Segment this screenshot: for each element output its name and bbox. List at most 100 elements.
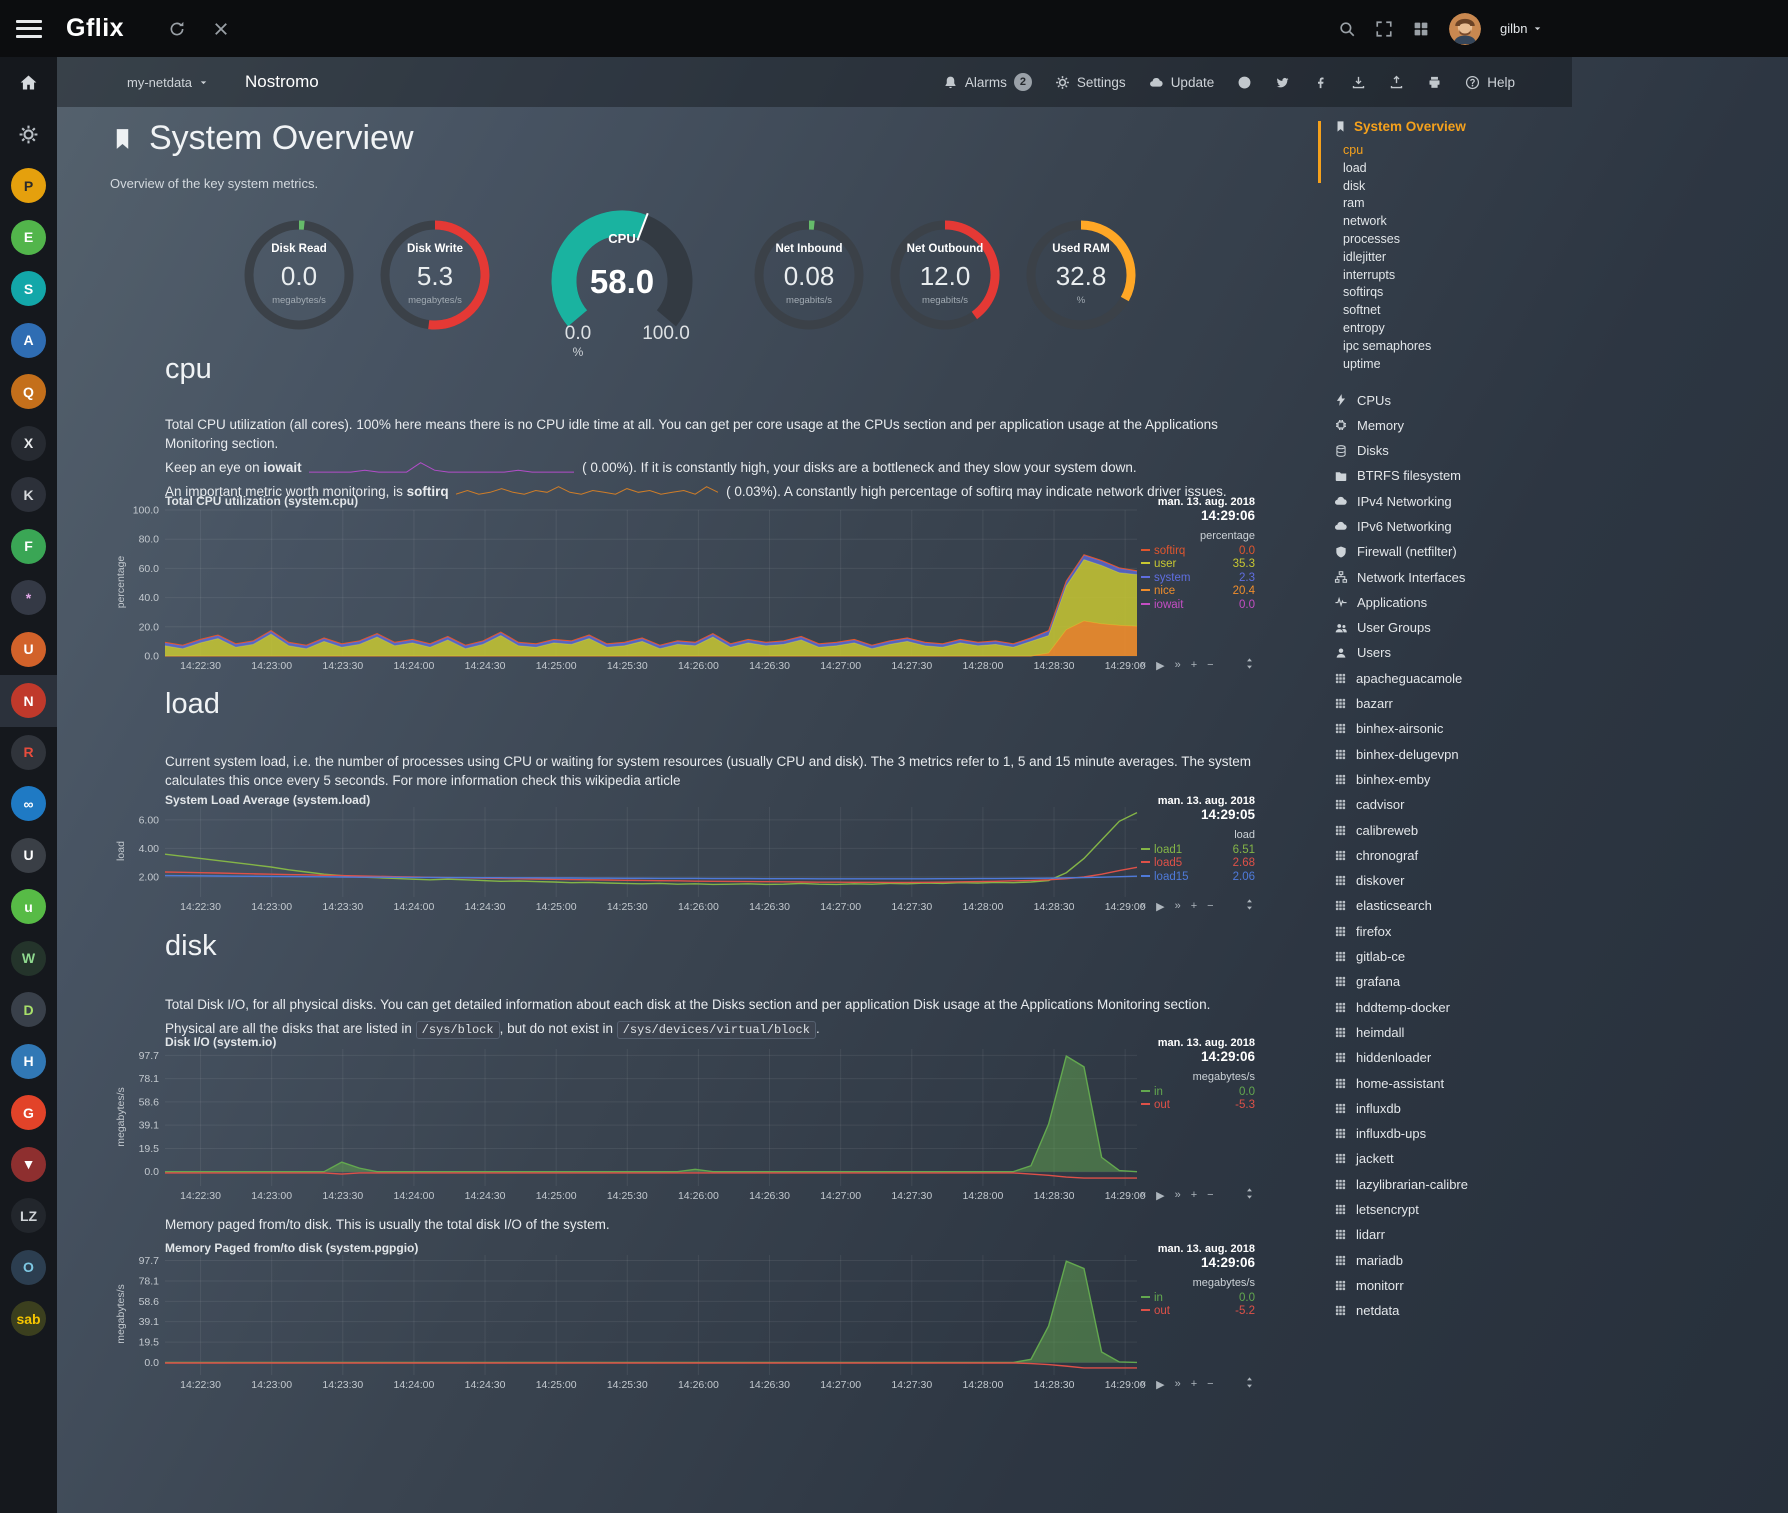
menu-app-item[interactable]: letsencrypt: [1318, 1197, 1570, 1222]
sidebar-app-icon[interactable]: X: [0, 418, 57, 470]
pan-backward-button[interactable]: «: [1140, 1189, 1146, 1202]
menu-subitem[interactable]: interrupts: [1343, 267, 1570, 285]
menu-app-item[interactable]: influxdb: [1318, 1096, 1570, 1121]
play-button[interactable]: ▶: [1156, 659, 1164, 672]
legend-item[interactable]: iowait0.0: [1141, 599, 1255, 612]
sidebar-app-icon[interactable]: LZ: [0, 1190, 57, 1242]
sidebar-app-icon[interactable]: ∞: [0, 778, 57, 830]
import-button[interactable]: [1389, 75, 1404, 90]
gauge-chart[interactable]: Net Outbound 12.0 megabits/s: [889, 219, 1001, 337]
close-icon[interactable]: [212, 20, 230, 38]
menu-subitem[interactable]: network: [1343, 213, 1570, 231]
menu-section[interactable]: IPv6 Networking: [1318, 514, 1570, 539]
play-button[interactable]: ▶: [1156, 1378, 1164, 1391]
chart-resize-handle[interactable]: [1243, 898, 1256, 911]
zoom-in-button[interactable]: +: [1191, 1189, 1197, 1202]
sidebar-app-icon[interactable]: ▼: [0, 1139, 57, 1191]
pan-backward-button[interactable]: «: [1140, 1378, 1146, 1391]
zoom-in-button[interactable]: +: [1191, 659, 1197, 672]
zoom-in-button[interactable]: +: [1191, 1378, 1197, 1391]
sidebar-app-icon[interactable]: F: [0, 521, 57, 573]
gauge-chart[interactable]: Disk Write 5.3 megabytes/s: [379, 219, 491, 337]
menu-subitem[interactable]: disk: [1343, 178, 1570, 196]
github-button[interactable]: [1237, 75, 1252, 90]
sidebar-app-icon[interactable]: O: [0, 1242, 57, 1294]
legend-item[interactable]: in0.0: [1141, 1292, 1255, 1305]
sidebar-app-icon[interactable]: R: [0, 727, 57, 779]
menu-subitem[interactable]: entropy: [1343, 320, 1570, 338]
legend-item[interactable]: load52.68: [1141, 857, 1255, 870]
pan-forward-button[interactable]: »: [1175, 659, 1181, 672]
sidebar-app-icon[interactable]: *: [0, 572, 57, 624]
menu-section[interactable]: Memory: [1318, 413, 1570, 438]
legend-item[interactable]: in0.0: [1141, 1086, 1255, 1099]
menu-app-item[interactable]: mariadb: [1318, 1247, 1570, 1272]
sidebar-app-icon[interactable]: D: [0, 984, 57, 1036]
menu-app-item[interactable]: lazylibrarian-calibre: [1318, 1172, 1570, 1197]
menu-app-item[interactable]: diskover: [1318, 868, 1570, 893]
menu-section[interactable]: Network Interfaces: [1318, 564, 1570, 589]
legend-item[interactable]: out-5.3: [1141, 1099, 1255, 1112]
menu-app-item[interactable]: bazarr: [1318, 691, 1570, 716]
play-button[interactable]: ▶: [1156, 900, 1164, 913]
fullscreen-icon[interactable]: [1375, 20, 1393, 38]
menu-subitem[interactable]: load: [1343, 160, 1570, 178]
export-button[interactable]: [1351, 75, 1366, 90]
pan-backward-button[interactable]: «: [1140, 900, 1146, 913]
sidebar-app-icon[interactable]: S: [0, 263, 57, 315]
apps-icon[interactable]: [1412, 20, 1430, 38]
chart-plot-area[interactable]: 97.778.158.639.119.50.0: [119, 1255, 1137, 1375]
twitter-button[interactable]: [1275, 75, 1290, 90]
sidebar-app-icon[interactable]: sab: [0, 1293, 57, 1345]
play-button[interactable]: ▶: [1156, 1189, 1164, 1202]
menu-app-item[interactable]: elasticsearch: [1318, 893, 1570, 918]
sidebar-settings-button[interactable]: [0, 109, 57, 161]
settings-button[interactable]: Settings: [1055, 75, 1126, 90]
menu-app-item[interactable]: hddtemp-docker: [1318, 994, 1570, 1019]
menu-app-item[interactable]: cadvisor: [1318, 792, 1570, 817]
sidebar-app-icon[interactable]: A: [0, 315, 57, 367]
update-button[interactable]: Update: [1149, 75, 1215, 90]
pan-forward-button[interactable]: »: [1175, 900, 1181, 913]
legend-item[interactable]: load152.06: [1141, 871, 1255, 884]
menu-app-item[interactable]: chronograf: [1318, 843, 1570, 868]
chart-resize-handle[interactable]: [1243, 1187, 1256, 1200]
legend-item[interactable]: load16.51: [1141, 844, 1255, 857]
legend-item[interactable]: system2.3: [1141, 572, 1255, 585]
gauge-chart[interactable]: Used RAM 32.8 %: [1025, 219, 1137, 337]
menu-subitem[interactable]: softirqs: [1343, 284, 1570, 302]
sidebar-app-icon[interactable]: K: [0, 469, 57, 521]
menu-app-item[interactable]: grafana: [1318, 969, 1570, 994]
legend-item[interactable]: user35.3: [1141, 558, 1255, 571]
pan-backward-button[interactable]: «: [1140, 659, 1146, 672]
sidebar-app-icon[interactable]: G: [0, 1087, 57, 1139]
chart-plot-area[interactable]: 97.778.158.639.119.50.0: [119, 1049, 1137, 1186]
zoom-out-button[interactable]: −: [1207, 1189, 1213, 1202]
menu-toggle-button[interactable]: [16, 20, 42, 38]
menu-system-overview[interactable]: System Overview: [1318, 119, 1570, 134]
menu-app-item[interactable]: binhex-emby: [1318, 767, 1570, 792]
menu-app-item[interactable]: apacheguacamole: [1318, 666, 1570, 691]
menu-section[interactable]: User Groups: [1318, 615, 1570, 640]
menu-subitem[interactable]: uptime: [1343, 356, 1570, 374]
zoom-out-button[interactable]: −: [1207, 1378, 1213, 1391]
menu-app-item[interactable]: home-assistant: [1318, 1070, 1570, 1095]
sidebar-app-icon[interactable]: W: [0, 933, 57, 985]
sidebar-app-icon[interactable]: U: [0, 830, 57, 882]
menu-app-item[interactable]: lidarr: [1318, 1222, 1570, 1247]
menu-subitem[interactable]: ram: [1343, 195, 1570, 213]
menu-app-item[interactable]: binhex-airsonic: [1318, 716, 1570, 741]
cpu-gauge-chart[interactable]: CPU 58.0 0.0 100.0 %: [517, 197, 727, 372]
menu-app-item[interactable]: hiddenloader: [1318, 1045, 1570, 1070]
gauge-chart[interactable]: Disk Read 0.0 megabytes/s: [243, 219, 355, 337]
sidebar-app-icon[interactable]: N: [0, 675, 57, 727]
menu-section[interactable]: Users: [1318, 640, 1570, 665]
menu-app-item[interactable]: netdata: [1318, 1298, 1570, 1323]
menu-app-item[interactable]: binhex-delugevpn: [1318, 742, 1570, 767]
chart-resize-handle[interactable]: [1243, 1376, 1256, 1389]
sidebar-app-icon[interactable]: U: [0, 624, 57, 676]
menu-subitem[interactable]: ipc semaphores: [1343, 338, 1570, 356]
menu-section[interactable]: Disks: [1318, 438, 1570, 463]
sidebar-app-icon[interactable]: E: [0, 212, 57, 264]
pan-forward-button[interactable]: »: [1175, 1378, 1181, 1391]
